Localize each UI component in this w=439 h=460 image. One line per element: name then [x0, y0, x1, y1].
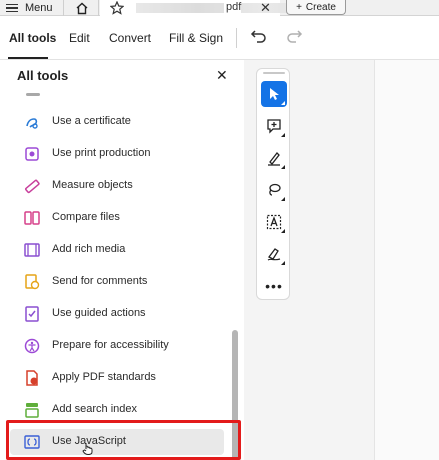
undo-icon[interactable] [250, 28, 268, 44]
tool-label: Add rich media [52, 243, 126, 255]
hamburger-icon [6, 3, 18, 13]
all-tools-panel: All tools ✕ Use a certificate Use print … [0, 60, 244, 460]
tool-add-rich-media[interactable]: Add rich media [10, 237, 224, 263]
toolbar-divider [236, 28, 237, 48]
send-comments-icon [25, 274, 40, 290]
tool-label: Measure objects [52, 179, 133, 191]
tool-label: Send for comments [52, 275, 148, 287]
tool-apply-pdf-standards[interactable]: Apply PDF standards [10, 365, 224, 391]
close-tab-icon[interactable]: ✕ [260, 0, 271, 16]
document-page[interactable] [374, 60, 439, 460]
tool-label: Prepare for accessibility [52, 339, 169, 351]
tool-label: Use a certificate [52, 115, 131, 127]
accessibility-icon [24, 338, 40, 354]
pen-icon [268, 152, 280, 166]
highlight-box [6, 420, 241, 460]
more-tools-button[interactable]: ••• [261, 273, 287, 299]
tool-measure-objects[interactable]: Measure objects [10, 173, 224, 199]
tool-label: Use print production [52, 147, 151, 159]
tab-all-tools[interactable]: All tools [9, 31, 56, 45]
home-icon [76, 2, 87, 14]
tab-filename: pdf [224, 1, 242, 13]
main-toolbar: All tools Edit Convert Fill & Sign [0, 16, 439, 60]
search-index-icon [25, 403, 39, 418]
draw-button[interactable] [261, 177, 287, 203]
quick-tools-bar: ••• [256, 68, 290, 300]
guided-actions-icon [25, 306, 39, 322]
tool-send-for-comments[interactable]: Send for comments [10, 269, 224, 295]
menu-button[interactable]: Menu [0, 0, 64, 16]
text-select-icon [266, 214, 282, 230]
close-panel-icon[interactable]: ✕ [216, 67, 228, 84]
film-icon [24, 243, 40, 257]
pdf-standards-icon [26, 370, 38, 386]
tool-label: Apply PDF standards [52, 371, 156, 383]
menu-label: Menu [25, 2, 53, 14]
highlight-button[interactable] [261, 145, 287, 171]
active-tab-indicator [8, 57, 48, 59]
partial-tool-icon [26, 93, 40, 96]
ruler-icon [25, 179, 40, 194]
sign-pen-icon [267, 248, 281, 261]
tool-label: Compare files [52, 211, 120, 223]
tool-use-a-certificate[interactable]: Use a certificate [10, 109, 224, 135]
lasso-icon [269, 183, 281, 196]
tool-use-guided-actions[interactable]: Use guided actions [10, 301, 224, 327]
select-tool-button[interactable] [261, 81, 287, 107]
compare-icon [24, 211, 40, 225]
more-icon: ••• [265, 278, 283, 294]
tab-edit[interactable]: Edit [69, 31, 90, 45]
print-production-icon [25, 147, 39, 161]
text-recognition-button[interactable] [261, 209, 287, 235]
tool-label: Add search index [52, 403, 137, 415]
home-button[interactable] [65, 0, 99, 16]
drag-handle[interactable] [263, 72, 285, 74]
redo-icon[interactable] [285, 28, 303, 44]
tool-use-print-production[interactable]: Use print production [10, 141, 224, 167]
document-tab[interactable]: pdf ✕ [100, 0, 322, 16]
panel-title: All tools [17, 68, 69, 83]
certificate-icon [26, 118, 38, 129]
create-label: Create [305, 1, 336, 13]
title-bar: Menu pdf ✕ + Create [0, 0, 439, 16]
add-comment-button[interactable] [261, 113, 287, 139]
plus-icon: + [296, 1, 302, 13]
tool-compare-files[interactable]: Compare files [10, 205, 224, 231]
tab-convert[interactable]: Convert [109, 31, 151, 45]
tool-label: Use guided actions [52, 307, 146, 319]
tool-prepare-for-accessibility[interactable]: Prepare for accessibility [10, 333, 224, 359]
tab-fill-sign[interactable]: Fill & Sign [169, 31, 223, 45]
cursor-arrow-icon [270, 88, 279, 100]
create-button[interactable]: + Create [286, 0, 346, 15]
comment-add-icon [267, 119, 281, 134]
star-icon[interactable] [110, 1, 124, 15]
sign-button[interactable] [261, 241, 287, 267]
